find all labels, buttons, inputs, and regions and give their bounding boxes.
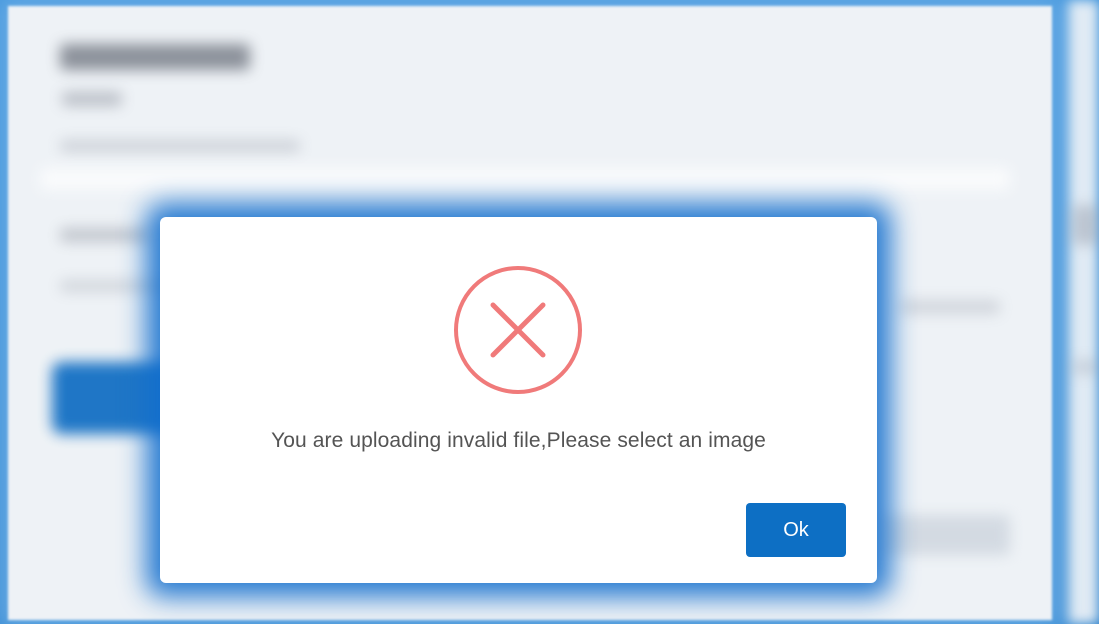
blurred-title — [60, 44, 250, 70]
error-dialog: You are uploading invalid file,Please se… — [160, 217, 877, 583]
blurred-text-line — [1072, 360, 1099, 374]
blurred-button — [880, 515, 1010, 555]
blurred-subtitle — [62, 92, 122, 106]
blurred-text-line — [60, 140, 300, 152]
ok-button[interactable]: Ok — [746, 503, 846, 557]
blurred-text-line — [1072, 205, 1099, 245]
background-right-strip — [1068, 0, 1099, 624]
error-x-circle-icon — [454, 266, 582, 394]
dialog-message: You are uploading invalid file,Please se… — [271, 429, 766, 452]
blurred-band — [40, 168, 1010, 190]
blurred-label — [60, 228, 150, 242]
blurred-text-line — [900, 300, 1000, 314]
